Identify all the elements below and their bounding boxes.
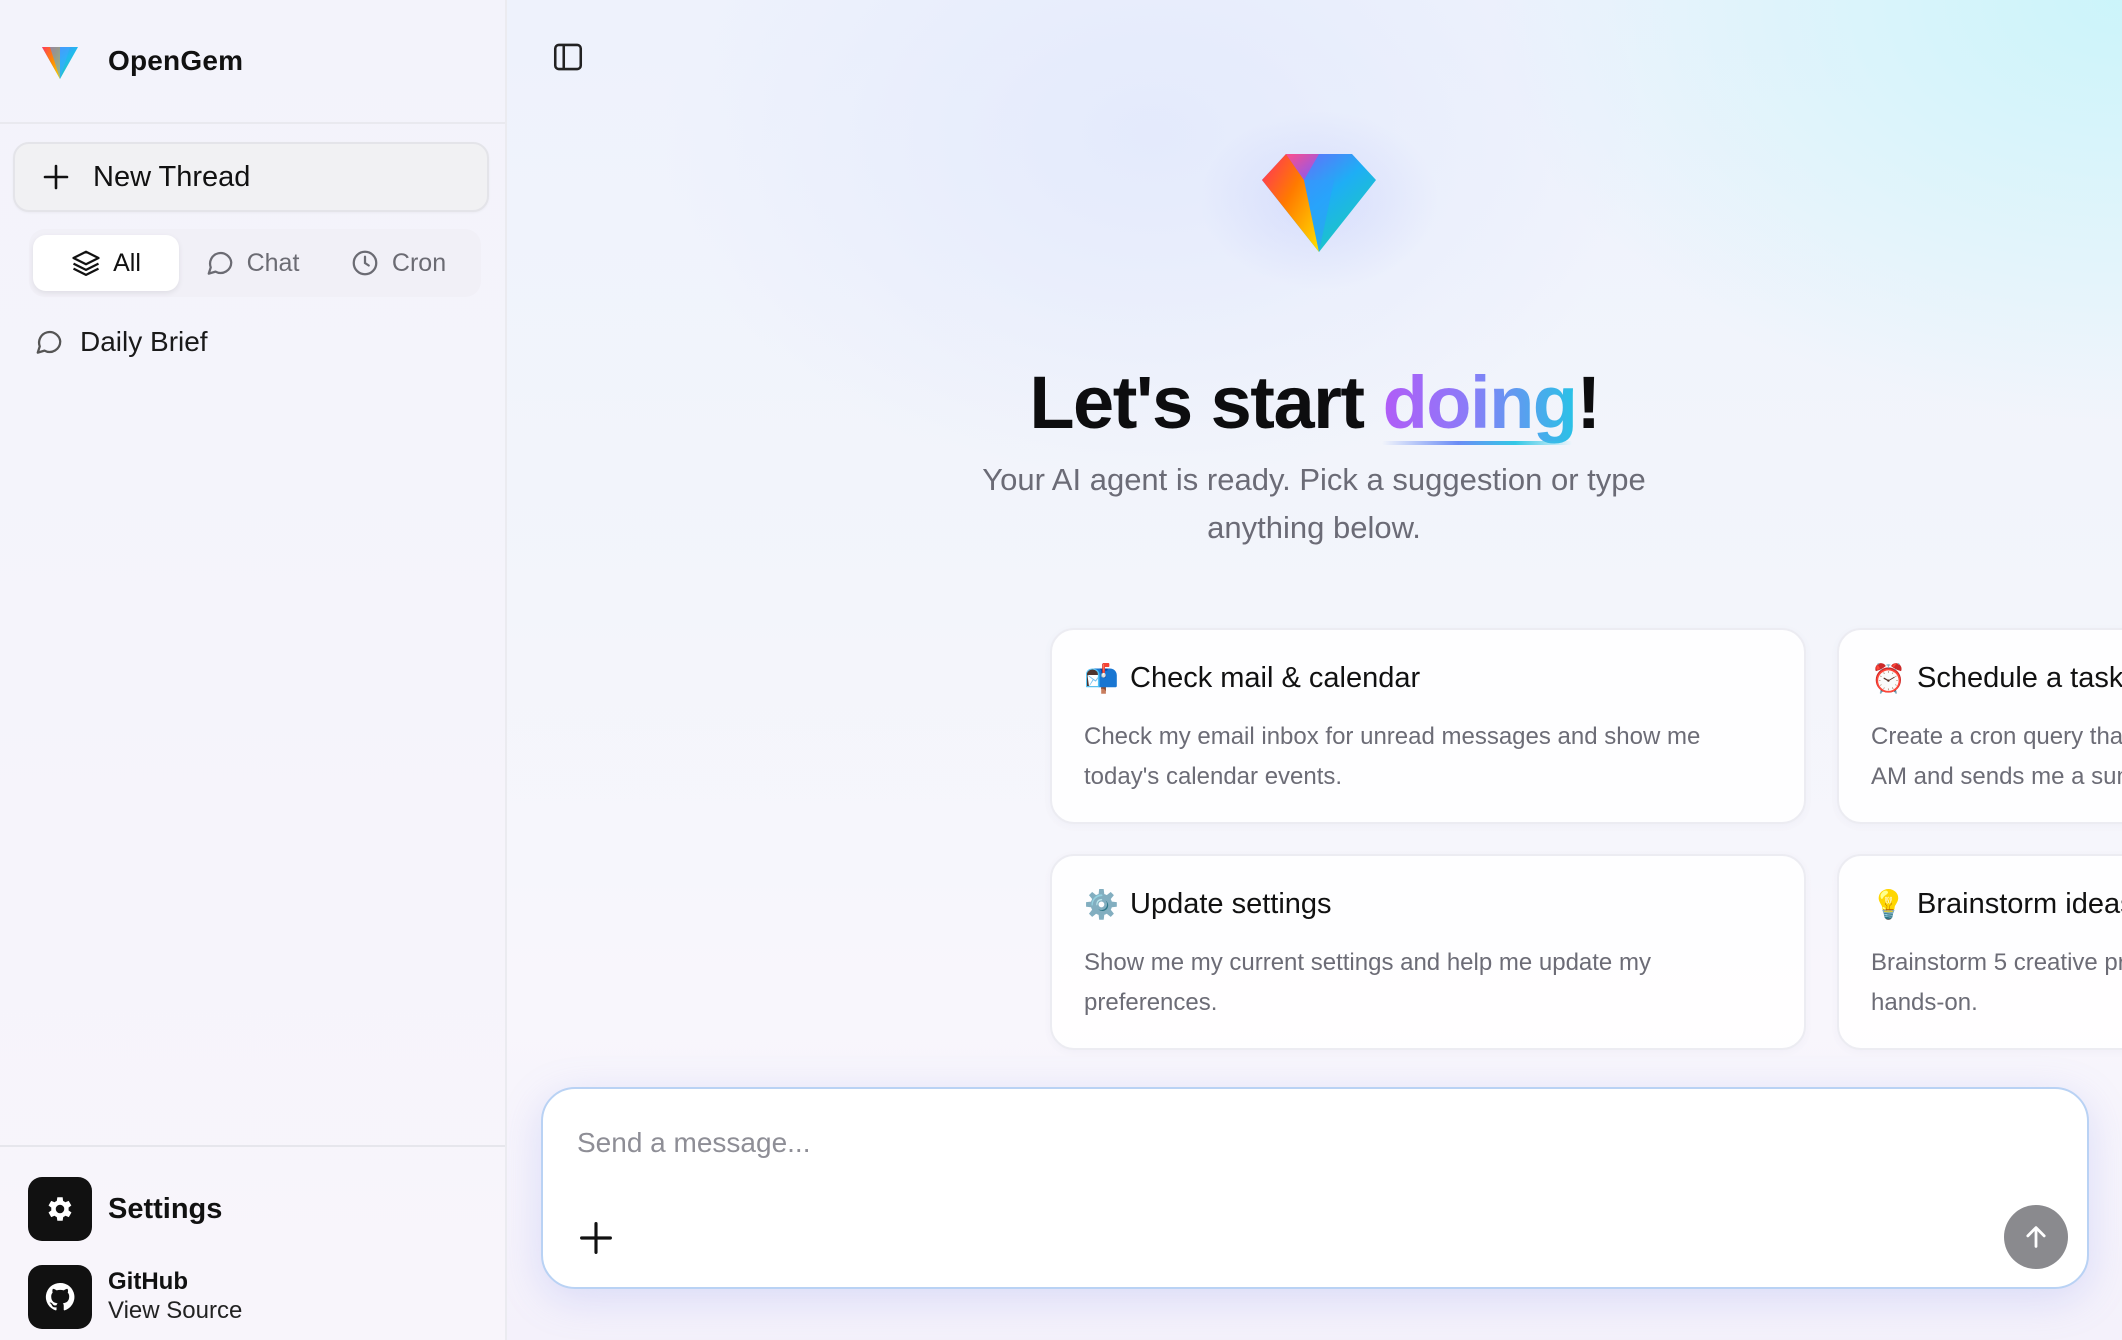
card-title: Update settings [1130,888,1332,920]
main-panel: Let's start doing! Your AI agent is read… [507,0,2122,1340]
github-icon [45,1282,75,1311]
tab-all-label: All [113,248,141,277]
headline-suffix: ! [1576,361,1601,444]
github-icon-tile [28,1265,92,1329]
new-thread-button[interactable]: New Thread [13,142,489,212]
lightbulb-icon: 💡 [1871,888,1906,920]
app-name: OpenGem [108,45,244,76]
gem-logo-icon [42,47,78,79]
card-description: Brainstorm 5 creative project ideas for … [1871,949,2122,1016]
arrow-up-icon [2026,1226,2046,1248]
settings-icon-tile [28,1177,92,1241]
tab-cron[interactable]: Cron [325,235,471,291]
new-thread-label: New Thread [93,160,251,193]
github-text: GitHub View Source [108,1268,242,1326]
card-header: ⚙️ Update settings [1084,888,1772,921]
card-title: Check mail & calendar [1130,662,1421,694]
thread-title: Daily Brief [80,326,208,357]
tab-chat[interactable]: Chat [179,235,325,291]
tab-cron-label: Cron [391,248,447,277]
headline-underline [1382,441,1572,445]
card-title: Brainstorm ideas [1917,888,2122,920]
settings-button[interactable]: Settings [28,1177,222,1241]
page-subtitle: Your AI agent is ready. Pick a suggestio… [982,462,1646,545]
tab-all[interactable]: All [33,235,179,291]
layers-icon [72,250,100,276]
app-window: OpenGem New Thread All Chat Cron Daily B… [0,0,2122,1340]
mailbox-icon: 📬 [1084,662,1119,694]
sidebar: OpenGem New Thread All Chat Cron Daily B… [0,0,507,1340]
gear-icon [48,1197,72,1221]
plus-icon[interactable] [579,1221,613,1255]
suggestion-card-check-mail[interactable]: 📬 Check mail & calendar Check my email i… [1050,628,1806,824]
tab-chat-label: Chat [246,248,300,277]
github-link[interactable]: GitHub View Source [28,1265,242,1329]
thread-filter-tabs: All Chat Cron [29,229,481,297]
card-description: Show me my current settings and help me … [1084,949,1651,1016]
card-header: 📬 Check mail & calendar [1084,662,1772,695]
brand-header: OpenGem [0,0,505,124]
suggestion-card-schedule-task[interactable]: ⏰ Schedule a task Create a cron query th… [1837,628,2122,824]
alarm-clock-icon: ⏰ [1871,662,1906,694]
gear-icon: ⚙️ [1084,888,1119,920]
headline-prefix: Let's start [1029,361,1383,444]
gem-logo-icon [1262,154,1376,252]
card-title: Schedule a task [1917,662,2122,694]
github-title: GitHub [108,1268,188,1295]
plus-icon [43,164,69,190]
thread-item-daily-brief[interactable]: Daily Brief [34,320,208,364]
clock-icon [352,250,378,276]
sidebar-toggle-icon[interactable] [551,40,585,74]
suggestion-card-update-settings[interactable]: ⚙️ Update settings Show me my current se… [1050,854,1806,1050]
message-input[interactable] [577,1115,1877,1171]
card-header: 💡 Brainstorm ideas [1871,888,2122,921]
sidebar-footer: Settings GitHub View Source [0,1145,505,1340]
message-composer [541,1087,2089,1289]
headline-highlight: doing [1382,361,1578,444]
card-description: Check my email inbox for unread messages… [1084,723,1701,790]
settings-label: Settings [108,1192,223,1225]
card-description: Create a cron query that checks my calen… [1871,723,2122,790]
github-subtitle: View Source [108,1297,243,1324]
suggestion-card-brainstorm[interactable]: 💡 Brainstorm ideas Brainstorm 5 creative… [1837,854,2122,1050]
chat-bubble-icon [36,330,62,354]
chat-bubble-icon [207,251,232,275]
send-button[interactable] [2004,1205,2068,1269]
card-header: ⏰ Schedule a task [1871,662,2122,695]
page-title: Let's start doing! [507,360,2122,445]
